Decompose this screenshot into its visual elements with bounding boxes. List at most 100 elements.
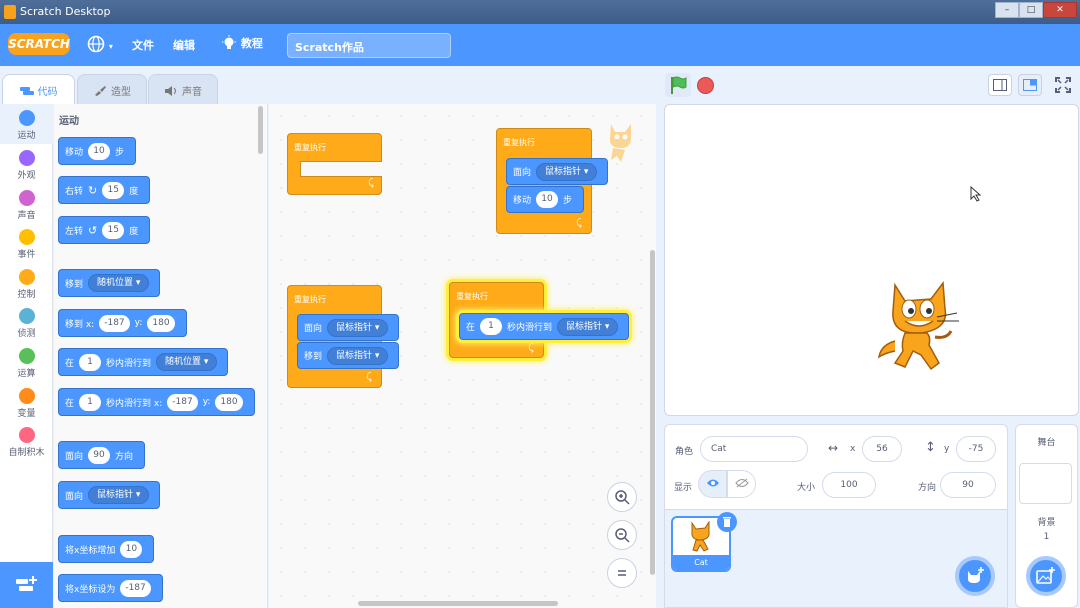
- direction-input[interactable]: 90: [940, 472, 996, 498]
- mouse-cursor-icon: [970, 186, 982, 202]
- close-window-button[interactable]: ✕: [1043, 2, 1077, 18]
- green-flag-button[interactable]: [665, 73, 691, 97]
- large-stage-button[interactable]: [1018, 74, 1042, 96]
- category-events[interactable]: 事件: [0, 229, 53, 260]
- target-dropdown[interactable]: 鼠标指针: [327, 346, 389, 365]
- seconds-input[interactable]: 1: [79, 393, 102, 411]
- block-text: 步: [563, 196, 573, 206]
- degrees-input[interactable]: 15: [102, 221, 125, 239]
- direction-input[interactable]: 90: [88, 446, 111, 464]
- category-sound[interactable]: 声音: [0, 190, 53, 221]
- category-sound-dot: [18, 190, 35, 206]
- cat-sprite: [877, 280, 959, 371]
- category-motion[interactable]: 运动: [0, 104, 53, 144]
- code-workspace[interactable]: 重复执行 ⤹ 重复执行 ⤹ 面向鼠标指针 移动10步 重复执行 ⤹ 面向鼠标指针…: [269, 104, 656, 608]
- edit-menu[interactable]: 编辑: [173, 37, 195, 53]
- steps-input[interactable]: 10: [88, 142, 111, 160]
- stop-button[interactable]: [697, 77, 714, 94]
- x-change-input[interactable]: 10: [120, 540, 143, 558]
- category-my-blocks[interactable]: 自制积木: [0, 427, 53, 458]
- category-operators[interactable]: 运算: [0, 348, 53, 379]
- category-label: 外观: [17, 171, 36, 181]
- steps-input[interactable]: 10: [536, 191, 559, 208]
- minimize-button[interactable]: –: [995, 2, 1019, 18]
- target-dropdown[interactable]: 随机位置: [156, 353, 218, 371]
- size-label: 大小: [797, 483, 816, 493]
- seconds-input[interactable]: 1: [79, 353, 102, 371]
- target-dropdown[interactable]: 鼠标指针: [88, 486, 150, 504]
- workspace-horizontal-scrollbar[interactable]: [358, 601, 558, 606]
- y-input[interactable]: 180: [215, 393, 243, 411]
- block-text: 重复执行: [456, 292, 488, 301]
- tab-costumes-label: 造型: [111, 87, 131, 98]
- forever-block[interactable]: 重复执行 ⤹: [287, 133, 382, 195]
- target-dropdown[interactable]: 鼠标指针: [327, 318, 389, 337]
- seconds-input[interactable]: 1: [480, 318, 503, 335]
- zoom-out-button[interactable]: [607, 520, 637, 550]
- stage-canvas[interactable]: [664, 104, 1079, 416]
- palette-scrollbar[interactable]: [258, 106, 263, 154]
- block-turn-right[interactable]: 右转 ↻ 15 度: [58, 176, 151, 204]
- size-input[interactable]: 100: [822, 472, 876, 498]
- delete-sprite-button[interactable]: [717, 512, 737, 532]
- workspace-vertical-scrollbar[interactable]: [650, 250, 655, 575]
- degrees-input[interactable]: 15: [102, 181, 125, 199]
- tab-sounds[interactable]: 声音: [148, 74, 218, 104]
- block-go-to[interactable]: 移到 随机位置: [58, 269, 161, 297]
- choose-sprite-button[interactable]: [955, 556, 995, 596]
- block-go-to[interactable]: 移到 鼠标指针: [297, 342, 400, 369]
- block-point-towards[interactable]: 面向 鼠标指针: [297, 314, 400, 341]
- target-dropdown[interactable]: 鼠标指针: [536, 162, 598, 181]
- y-position-input[interactable]: -75: [956, 436, 996, 462]
- x-input[interactable]: -187: [99, 314, 130, 332]
- block-turn-left[interactable]: 左转 ↺ 15 度: [58, 216, 151, 244]
- zoom-in-icon: [615, 490, 630, 505]
- block-point-towards[interactable]: 面向 鼠标指针: [506, 158, 609, 185]
- eye-icon: [706, 479, 719, 487]
- block-set-x[interactable]: 将x坐标设为 -187: [58, 574, 163, 602]
- forever-slot: [300, 161, 382, 177]
- block-go-to-xy[interactable]: 移到 x: -187 y: 180: [58, 309, 187, 337]
- show-sprite-button[interactable]: [698, 470, 727, 498]
- block-move-steps[interactable]: 移动 10 步: [58, 137, 137, 165]
- category-control[interactable]: 控制: [0, 269, 53, 300]
- y-position-icon: ↕: [925, 440, 936, 455]
- block-text: 重复执行: [294, 295, 326, 304]
- target-dropdown[interactable]: 随机位置: [88, 274, 150, 292]
- sprite-name-label: 角色: [675, 447, 694, 457]
- category-sensing[interactable]: 侦测: [0, 308, 53, 339]
- tab-costumes[interactable]: 造型: [77, 74, 147, 104]
- x-input[interactable]: -187: [167, 393, 198, 411]
- hide-sprite-button[interactable]: [727, 470, 756, 498]
- project-title-input[interactable]: Scratch作品: [287, 33, 451, 58]
- block-move-steps[interactable]: 移动 10 步: [506, 186, 585, 213]
- sprite-name-input[interactable]: Cat: [700, 436, 808, 462]
- stage-thumbnail[interactable]: [1019, 463, 1072, 504]
- x-position-input[interactable]: 56: [862, 436, 902, 462]
- file-menu[interactable]: 文件: [132, 37, 154, 53]
- small-stage-button[interactable]: [988, 74, 1012, 96]
- tab-code[interactable]: 代码: [2, 74, 75, 105]
- block-text: 移动: [65, 147, 84, 158]
- category-variables[interactable]: 变量: [0, 388, 53, 419]
- category-label: 侦测: [17, 329, 36, 339]
- language-menu[interactable]: ▾: [87, 35, 113, 56]
- add-extension-button[interactable]: [0, 562, 53, 608]
- scratch-logo[interactable]: SCRATCH: [8, 33, 70, 55]
- target-dropdown[interactable]: 鼠标指针: [557, 317, 619, 336]
- tutorials-menu[interactable]: 教程: [221, 35, 263, 54]
- y-input[interactable]: 180: [147, 314, 175, 332]
- category-looks[interactable]: 外观: [0, 150, 53, 181]
- block-glide-to[interactable]: 在 1 秒内滑行到 鼠标指针: [459, 313, 630, 340]
- block-glide-to-xy[interactable]: 在 1 秒内滑行到 x: -187 y: 180: [58, 388, 255, 416]
- zoom-in-button[interactable]: [607, 482, 637, 512]
- block-point-in-direction[interactable]: 面向 90 方向: [58, 441, 146, 469]
- zoom-reset-button[interactable]: [607, 558, 637, 588]
- block-glide-to[interactable]: 在 1 秒内滑行到 随机位置: [58, 348, 229, 376]
- block-change-x[interactable]: 将x坐标增加 10: [58, 535, 155, 563]
- block-point-towards[interactable]: 面向 鼠标指针: [58, 481, 161, 509]
- maximize-button[interactable]: □: [1019, 2, 1043, 18]
- x-value-input[interactable]: -187: [120, 579, 151, 597]
- fullscreen-button[interactable]: [1051, 74, 1075, 96]
- choose-backdrop-button[interactable]: [1026, 556, 1066, 596]
